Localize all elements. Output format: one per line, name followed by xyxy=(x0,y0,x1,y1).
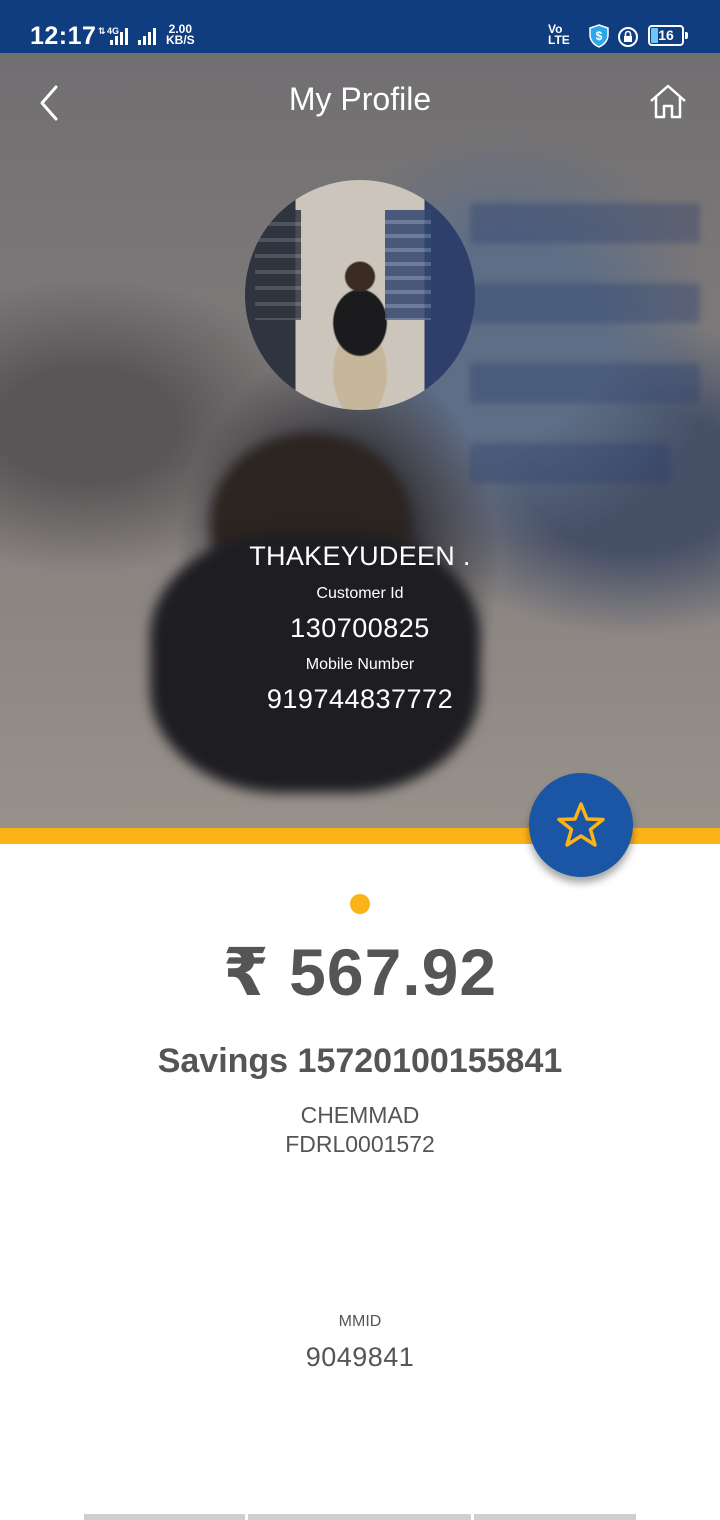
page-title: My Profile xyxy=(288,81,432,117)
profile-name: THAKEYUDEEN . xyxy=(249,541,471,571)
status-time: 12:17 xyxy=(30,22,97,50)
data-arrows-icon: ⇅ xyxy=(98,26,106,36)
status-bar: 12:17 ⇅ 4G 2.00 KB/S Vo LTE $ 16 xyxy=(0,0,720,53)
background-shelf xyxy=(470,363,700,403)
volte-indicator: Vo LTE xyxy=(548,23,570,47)
mmid-label: MMID xyxy=(338,1313,382,1330)
mobile-number-label: Mobile Number xyxy=(305,656,415,673)
signal-icon-1 xyxy=(110,28,128,45)
customer-id-label: Customer Id xyxy=(316,585,404,602)
volte-bottom: LTE xyxy=(548,33,570,47)
background-shelf xyxy=(470,443,670,483)
speed-unit: KB/S xyxy=(166,33,195,47)
star-icon xyxy=(557,802,605,847)
background-shelf xyxy=(470,203,700,243)
branch-name: CHEMMAD xyxy=(300,1102,420,1128)
avatar-shelf xyxy=(385,210,431,320)
background-shelf xyxy=(470,283,700,323)
bottom-tab[interactable] xyxy=(474,1514,636,1520)
ifsc-code: FDRL0001572 xyxy=(285,1131,435,1157)
customer-id: 130700825 xyxy=(290,613,430,643)
bottom-tab-bar xyxy=(84,1514,636,1520)
battery-icon: 16 xyxy=(648,25,688,46)
bottom-tab[interactable] xyxy=(84,1514,245,1520)
signal-icon-2 xyxy=(138,28,156,45)
mobile-number: 919744837772 xyxy=(266,684,454,714)
home-button[interactable] xyxy=(648,83,688,119)
favorite-button[interactable] xyxy=(529,773,633,877)
svg-text:$: $ xyxy=(596,29,603,43)
page-indicator-dot[interactable] xyxy=(350,894,370,914)
shield-icon: $ xyxy=(589,24,609,48)
avatar-rack xyxy=(255,210,301,320)
battery-level: 16 xyxy=(658,27,674,43)
account-number: Savings 15720100155841 xyxy=(157,1042,563,1080)
profile-avatar[interactable] xyxy=(245,180,475,410)
account-balance: ₹ 567.92 xyxy=(222,935,498,1009)
profile-hero: My Profile THAKEYUDEEN . Customer Id 130… xyxy=(0,53,720,828)
bottom-tab[interactable] xyxy=(248,1514,471,1520)
network-speed: 2.00 KB/S xyxy=(166,23,195,47)
lock-rotation-icon xyxy=(618,27,638,47)
mmid-value: 9049841 xyxy=(305,1342,415,1372)
